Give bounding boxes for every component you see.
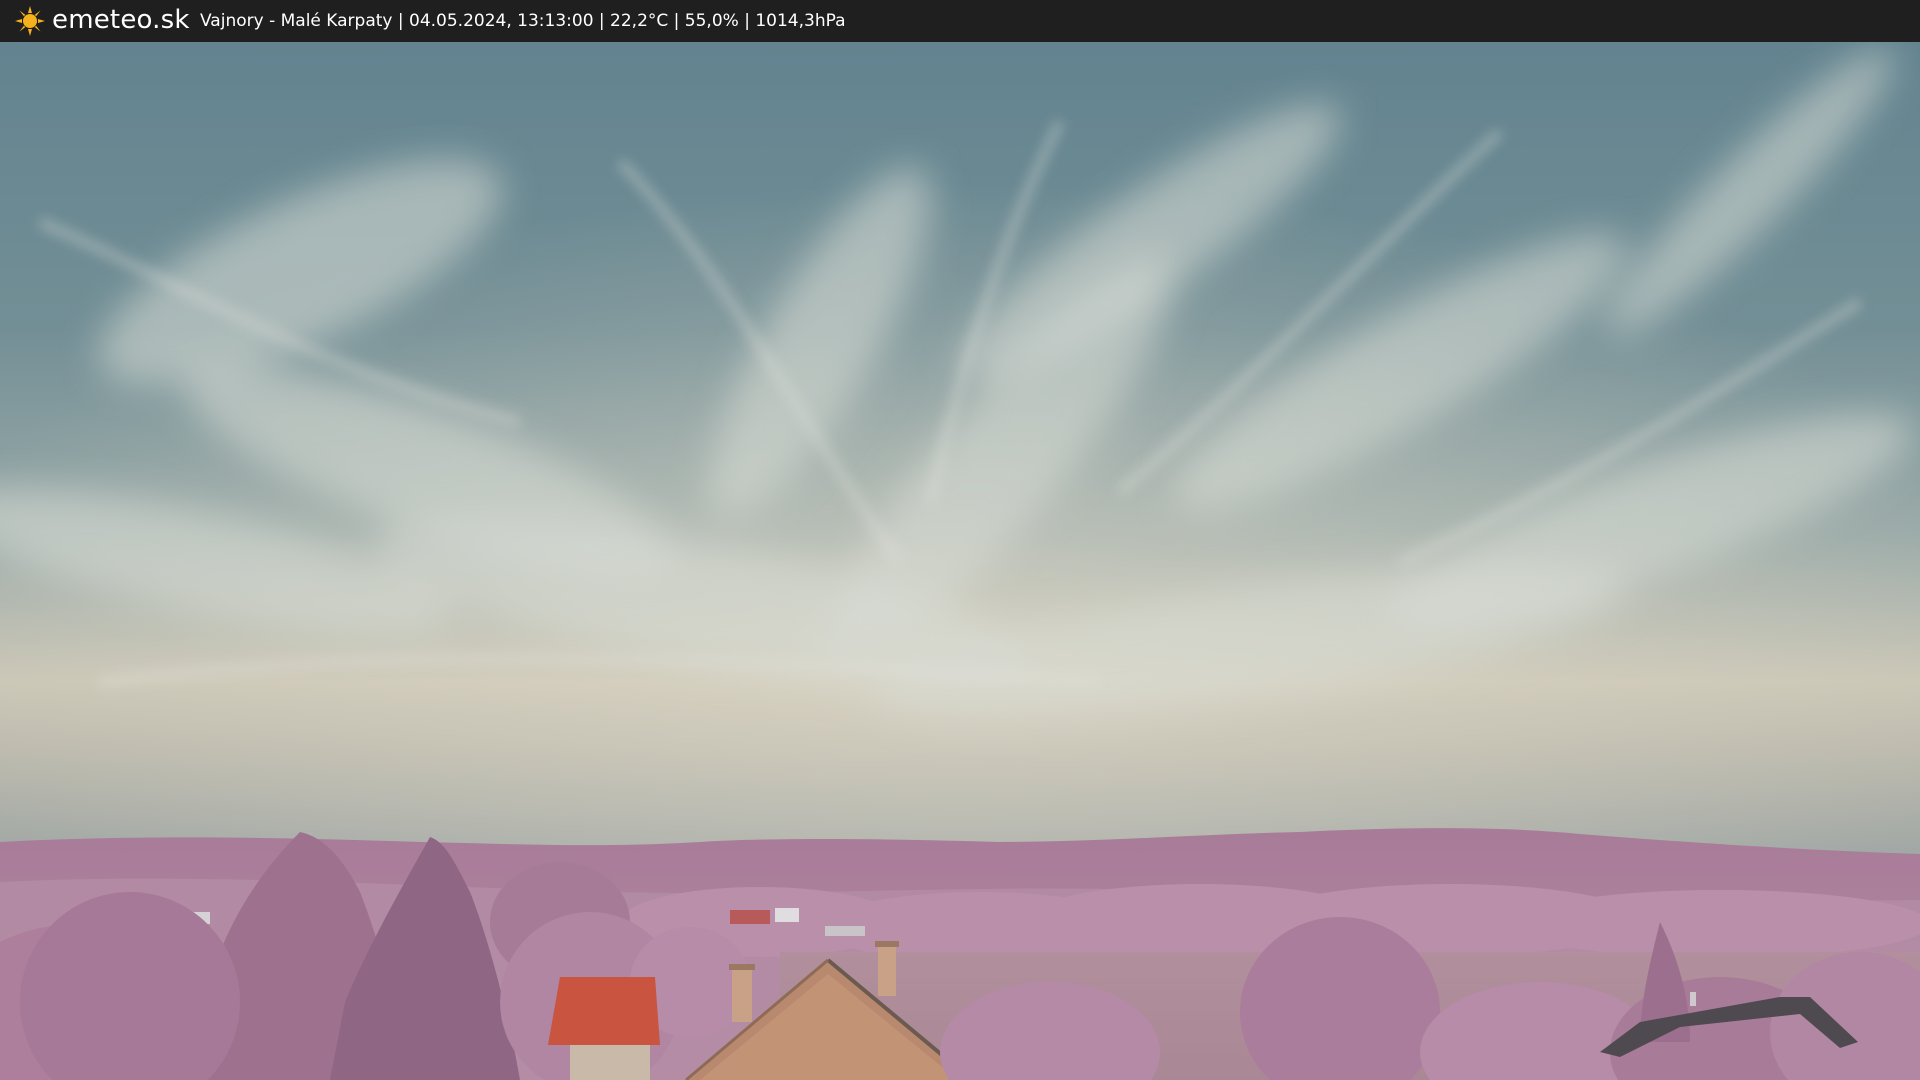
brand-logo-text: emeteo.sk — [52, 5, 190, 35]
chimney-right — [878, 944, 896, 996]
caption-bar: emeteo.sk Vajnory - Malé Karpaty | 04.05… — [0, 0, 1920, 42]
webcam-frame: emeteo.sk Vajnory - Malé Karpaty | 04.05… — [0, 0, 1920, 1080]
station-caption: Vajnory - Malé Karpaty | 04.05.2024, 13:… — [200, 11, 846, 31]
sun-icon — [15, 6, 45, 36]
chimney-left — [732, 967, 752, 1022]
webcam-image — [0, 42, 1920, 1080]
